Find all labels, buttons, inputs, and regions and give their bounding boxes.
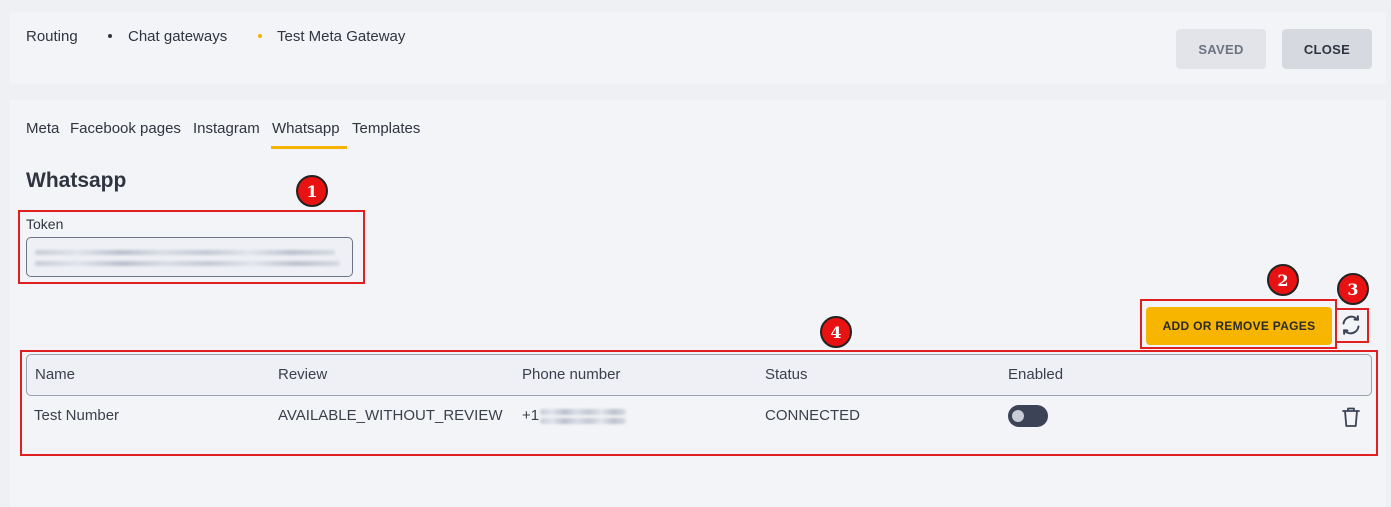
- breadcrumb-routing[interactable]: Routing: [26, 28, 78, 45]
- cell-status: CONNECTED: [765, 407, 861, 424]
- column-header-review: Review: [278, 366, 328, 383]
- redacted-token-line: [35, 261, 340, 266]
- refresh-icon[interactable]: [1339, 313, 1363, 337]
- redacted-phone-line: [540, 418, 626, 424]
- annotation-badge-2: 2: [1267, 264, 1299, 296]
- toggle-knob: [1012, 410, 1024, 422]
- column-header-status: Status: [765, 366, 808, 383]
- cell-review: AVAILABLE_WITHOUT_REVIEW: [278, 407, 503, 424]
- redacted-token-line: [35, 250, 335, 255]
- tab-templates[interactable]: Templates: [352, 120, 420, 137]
- breadcrumb-current: Test Meta Gateway: [277, 28, 406, 45]
- trash-icon[interactable]: [1341, 406, 1361, 428]
- annotation-badge-3: 3: [1337, 273, 1369, 305]
- close-button[interactable]: CLOSE: [1282, 29, 1372, 69]
- tab-instagram[interactable]: Instagram: [193, 120, 260, 137]
- active-tab-indicator: [271, 146, 347, 149]
- column-header-phone: Phone number: [522, 366, 621, 383]
- column-header-name: Name: [35, 366, 76, 383]
- annotation-badge-1: 1: [296, 175, 328, 207]
- cell-name: Test Number: [34, 407, 120, 424]
- section-title: Whatsapp: [26, 169, 127, 192]
- column-header-enabled: Enabled: [1008, 366, 1064, 383]
- tab-whatsapp[interactable]: Whatsapp: [272, 120, 340, 137]
- add-or-remove-pages-button[interactable]: ADD OR REMOVE PAGES: [1146, 307, 1332, 345]
- redacted-phone-line: [540, 409, 626, 415]
- tab-facebook-pages[interactable]: Facebook pages: [70, 120, 181, 137]
- annotation-badge-4: 4: [820, 316, 852, 348]
- cell-phone-prefix: +1: [522, 407, 540, 424]
- breadcrumb-chat-gateways[interactable]: Chat gateways: [128, 28, 227, 45]
- breadcrumb-separator-active: [258, 34, 262, 38]
- token-field[interactable]: [26, 237, 353, 277]
- table-header: [26, 354, 1372, 396]
- breadcrumb-separator: [108, 34, 112, 38]
- enabled-toggle[interactable]: [1008, 405, 1048, 427]
- tab-meta[interactable]: Meta: [26, 120, 59, 137]
- token-label: Token: [26, 216, 64, 232]
- saved-button[interactable]: SAVED: [1176, 29, 1266, 69]
